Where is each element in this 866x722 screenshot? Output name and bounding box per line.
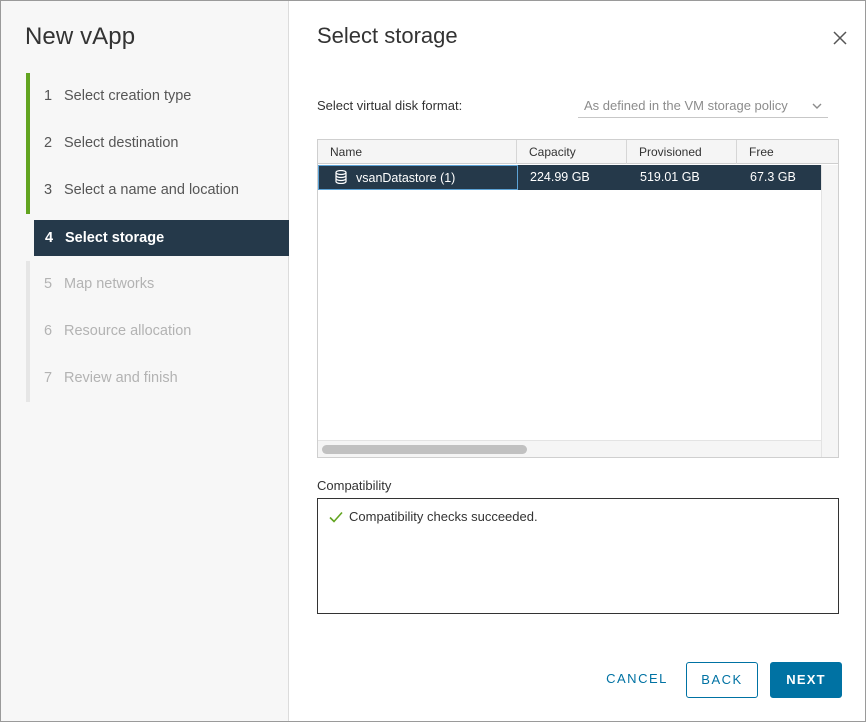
step-label: Select a name and location xyxy=(64,182,239,198)
wizard-steps: 1 Select creation type 2 Select destinatio… xyxy=(26,73,289,402)
compatibility-label: Compatibility xyxy=(317,478,392,493)
step-review-and-finish: 7 Review and finish xyxy=(26,355,289,402)
step-select-name-and-location[interactable]: 3 Select a name and location xyxy=(26,167,289,214)
step-label: Select destination xyxy=(64,135,179,151)
disk-format-select[interactable]: As defined in the VM storage policy xyxy=(578,95,828,118)
step-resource-allocation: 6 Resource allocation xyxy=(26,308,289,355)
table-row[interactable]: vsanDatastore (1) 224.99 GB 519.01 GB 67… xyxy=(318,165,821,190)
step-number: 1 xyxy=(44,88,53,104)
step-label: Resource allocation xyxy=(64,323,192,339)
step-select-creation-type[interactable]: 1 Select creation type xyxy=(26,73,289,120)
row-capacity-cell: 224.99 GB xyxy=(530,170,590,184)
step-number: 7 xyxy=(44,370,53,386)
step-number: 4 xyxy=(45,230,54,246)
step-number: 5 xyxy=(44,276,53,292)
disk-format-label: Select virtual disk format: xyxy=(317,98,463,113)
step-select-destination[interactable]: 2 Select destination xyxy=(26,120,289,167)
wizard-title: New vApp xyxy=(25,23,136,50)
step-label: Select storage xyxy=(65,230,165,246)
step-map-networks: 5 Map networks xyxy=(26,261,289,308)
step-number: 2 xyxy=(44,135,53,151)
chevron-down-icon xyxy=(812,103,822,109)
step-label: Select creation type xyxy=(64,88,192,104)
disk-format-value: As defined in the VM storage policy xyxy=(584,98,788,113)
compatibility-box: Compatibility checks succeeded. xyxy=(317,498,839,614)
horizontal-scrollbar-thumb[interactable] xyxy=(322,445,527,454)
compatibility-message: Compatibility checks succeeded. xyxy=(349,509,538,524)
new-vapp-dialog: New vApp 1 Select creation type 2 Select d… xyxy=(0,0,866,722)
step-number: 3 xyxy=(44,182,53,198)
step-select-storage[interactable]: 4 Select storage xyxy=(34,220,289,256)
check-icon xyxy=(329,511,343,523)
step-label: Review and finish xyxy=(64,370,178,386)
row-name-cell: vsanDatastore (1) xyxy=(318,165,518,190)
column-header-provisioned[interactable]: Provisioned xyxy=(627,140,737,164)
horizontal-scrollbar[interactable] xyxy=(318,440,821,457)
wizard-sidebar: New vApp 1 Select creation type 2 Select d… xyxy=(1,1,289,721)
back-button[interactable]: BACK xyxy=(686,662,758,698)
close-icon xyxy=(833,31,847,45)
page-title: Select storage xyxy=(317,23,458,48)
grid-header: Name Capacity Provisioned Free xyxy=(318,140,838,164)
next-button[interactable]: NEXT xyxy=(770,662,842,698)
column-header-free[interactable]: Free xyxy=(737,140,838,164)
step-number: 6 xyxy=(44,323,53,339)
row-provisioned-cell: 519.01 GB xyxy=(640,170,700,184)
cancel-button[interactable]: CANCEL xyxy=(598,662,676,698)
column-header-name[interactable]: Name xyxy=(318,140,517,164)
datastore-name: vsanDatastore (1) xyxy=(356,171,456,185)
vertical-scrollbar[interactable] xyxy=(821,165,838,457)
step-label: Map networks xyxy=(64,276,155,292)
row-free-cell: 67.3 GB xyxy=(750,170,796,184)
close-button[interactable] xyxy=(830,28,850,48)
database-icon xyxy=(335,170,347,184)
datastore-grid: Name Capacity Provisioned Free vsanDatas… xyxy=(317,139,839,458)
column-header-capacity[interactable]: Capacity xyxy=(517,140,627,164)
